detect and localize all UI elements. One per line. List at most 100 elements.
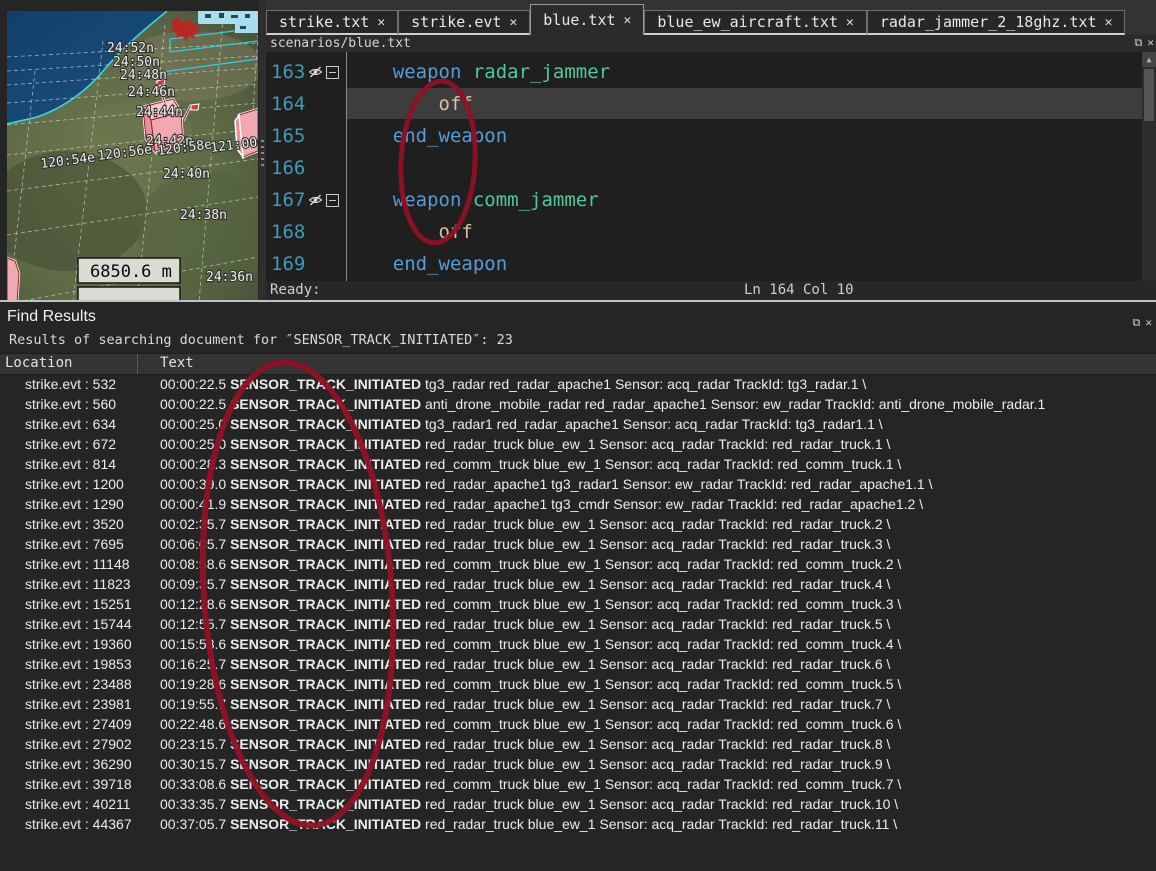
cursor-position: Ln 164 Col 10 — [744, 282, 854, 298]
result-row[interactable]: strike.evt : 1114800:08:58.6 SENSOR_TRAC… — [0, 554, 1156, 574]
result-text: 00:00:22.5 SENSOR_TRACK_INITIATED tg3_ra… — [160, 374, 1156, 394]
result-location: strike.evt : 36290 — [25, 754, 132, 774]
code-fold-icon[interactable] — [326, 194, 339, 207]
result-row[interactable]: strike.evt : 2790200:23:15.7 SENSOR_TRAC… — [0, 734, 1156, 754]
result-row[interactable]: strike.evt : 11823 00:09:35.7 SENSOR_TRAC… — [0, 574, 1156, 594]
result-location: strike.evt : 19853 — [25, 654, 132, 674]
close-tab-icon[interactable]: ✕ — [377, 15, 385, 30]
float-pane-icon[interactable]: ⧉ — [1135, 37, 1143, 49]
result-text: 00:00:41.9 SENSOR_TRACK_INITIATED red_ra… — [160, 494, 1156, 514]
result-row[interactable]: strike.evt : 1936000:15:58.6 SENSOR_TRAC… — [0, 634, 1156, 654]
result-row[interactable]: strike.evt : 2740900:22:48.6 SENSOR_TRAC… — [0, 714, 1156, 734]
search-summary: Results of searching document for ″SENSO… — [9, 332, 513, 348]
svg-text:24:52n: 24:52n — [107, 41, 154, 56]
result-row[interactable]: strike.evt : 67200:00:25.0 SENSOR_TRACK_… — [0, 434, 1156, 454]
hidden-eye-icon[interactable] — [308, 66, 323, 78]
result-row[interactable]: strike.evt : 7695 00:06:05.7 SENSOR_TRACK… — [0, 534, 1156, 554]
close-tab-icon[interactable]: ✕ — [1105, 15, 1113, 30]
code-line[interactable]: off — [347, 88, 1142, 120]
result-location: strike.evt : 23981 — [25, 694, 132, 714]
code-line[interactable]: end_weapon — [347, 120, 1142, 152]
code-line[interactable] — [347, 152, 1142, 184]
result-text: 00:22:48.6 SENSOR_TRACK_INITIATED red_co… — [160, 714, 1156, 734]
close-pane-icon[interactable]: ✕ — [1147, 37, 1154, 49]
panel-title: Find Results — [7, 308, 96, 326]
result-text: 00:09:35.7 SENSOR_TRACK_INITIATED red_ra… — [160, 574, 1156, 594]
result-location: strike.evt : 814 — [25, 454, 116, 474]
scrollbar-thumb[interactable] — [1144, 69, 1154, 121]
close-tab-icon[interactable]: ✕ — [846, 15, 854, 30]
map-viewport[interactable]: 24:52n 24:50n 24:48n 24:46n 24:44n 24:42… — [7, 11, 258, 302]
line-number[interactable]: 167 — [266, 184, 346, 216]
result-row[interactable]: strike.evt : 1574400:12:55.7 SENSOR_TRAC… — [0, 614, 1156, 634]
svg-text:24:38n: 24:38n — [180, 208, 227, 223]
line-number[interactable]: 168 — [266, 216, 346, 248]
code-line[interactable]: off — [347, 216, 1142, 248]
code-line[interactable]: weapon comm_jammer — [347, 184, 1142, 216]
result-text: 00:19:28.6 SENSOR_TRACK_INITIATED red_co… — [160, 674, 1156, 694]
result-row[interactable]: strike.evt : 1525100:12:28.6 SENSOR_TRAC… — [0, 594, 1156, 614]
scroll-up-arrow[interactable]: ▲ — [1142, 52, 1156, 67]
tab-blue_ew_aircraft.txt[interactable]: blue_ew_aircraft.txt✕ — [644, 10, 866, 35]
line-number[interactable]: 163 — [266, 56, 346, 88]
map-scale-box: 6850.6 m — [78, 258, 180, 302]
editor-pane: strike.txt✕strike.evt✕blue.txt✕blue_ew_a… — [266, 0, 1156, 301]
file-path: scenarios/blue.txt — [270, 36, 411, 51]
line-number[interactable]: 164 — [266, 88, 346, 120]
result-row[interactable]: strike.evt : 814 00:00:28.3 SENSOR_TRACK_… — [0, 454, 1156, 474]
result-location: strike.evt : 1200 — [25, 474, 124, 494]
result-location: strike.evt : 1290 — [25, 494, 124, 514]
result-location: strike.evt : 3520 — [25, 514, 124, 534]
code-editor[interactable]: 163 164165166167 168169 weapon radar_jam… — [266, 52, 1156, 281]
close-pane-icon[interactable]: ✕ — [1145, 317, 1152, 329]
vertical-splitter[interactable] — [259, 0, 266, 303]
result-location: strike.evt : 560 — [25, 394, 116, 414]
column-header-location[interactable]: Location — [5, 355, 72, 371]
result-text: 00:12:55.7 SENSOR_TRACK_INITIATED red_ra… — [160, 614, 1156, 634]
result-text: 00:06:05.7 SENSOR_TRACK_INITIATED red_ra… — [160, 534, 1156, 554]
close-tab-icon[interactable]: ✕ — [509, 15, 517, 30]
code-fold-icon[interactable] — [326, 66, 339, 79]
close-tab-icon[interactable]: ✕ — [624, 13, 632, 28]
line-number[interactable]: 166 — [266, 152, 346, 184]
result-row[interactable]: strike.evt : 1290 00:00:41.9 SENSOR_TRACK… — [0, 494, 1156, 514]
result-row[interactable]: strike.evt : 3629000:30:15.7 SENSOR_TRAC… — [0, 754, 1156, 774]
float-pane-icon[interactable]: ⧉ — [1133, 317, 1141, 329]
result-row[interactable]: strike.evt : 1985300:16:25.7 SENSOR_TRAC… — [0, 654, 1156, 674]
tab-radar_jammer_2_18ghz.txt[interactable]: radar_jammer_2_18ghz.txt ✕ — [867, 10, 1126, 35]
result-row[interactable]: strike.evt : 4436700:37:05.7 SENSOR_TRAC… — [0, 814, 1156, 834]
result-location: strike.evt : 23488 — [25, 674, 132, 694]
tab-label: strike.txt — [279, 13, 369, 31]
result-location: strike.evt : 634 — [25, 414, 116, 434]
result-row[interactable]: strike.evt : 56000:00:22.5 SENSOR_TRACK_… — [0, 394, 1156, 414]
code-line[interactable]: end_weapon — [347, 248, 1142, 280]
unit-model-left-edge[interactable] — [7, 258, 19, 302]
column-divider[interactable] — [137, 354, 138, 374]
result-row[interactable]: strike.evt : 352000:02:35.7 SENSOR_TRACK… — [0, 514, 1156, 534]
editor-scrollbar[interactable]: ▲ — [1142, 52, 1156, 281]
tab-label: strike.evt — [411, 13, 501, 31]
result-row[interactable]: strike.evt : 1200 00:00:39.0 SENSOR_TRACK… — [0, 474, 1156, 494]
code-line[interactable]: weapon radar_jammer — [347, 56, 1142, 88]
line-number[interactable]: 169 — [266, 248, 346, 280]
tab-label: radar_jammer_2_18ghz.txt — [880, 13, 1097, 31]
result-text: 00:00:25.0 SENSOR_TRACK_INITIATED red_ra… — [160, 434, 1156, 454]
column-header-text[interactable]: Text — [160, 355, 194, 371]
result-row[interactable]: strike.evt : 3971800:33:08.6 SENSOR_TRAC… — [0, 774, 1156, 794]
result-row[interactable]: strike.evt : 4021100:33:35.7 SENSOR_TRAC… — [0, 794, 1156, 814]
tab-strike.evt[interactable]: strike.evt ✕ — [398, 10, 530, 35]
result-text: 00:00:39.0 SENSOR_TRACK_INITIATED red_ra… — [160, 474, 1156, 494]
result-text: 00:19:55.7 SENSOR_TRACK_INITIATED red_ra… — [160, 694, 1156, 714]
tab-blue.txt[interactable]: blue.txt✕ — [530, 4, 644, 35]
result-row[interactable]: strike.evt : 23981 00:19:55.7 SENSOR_TRAC… — [0, 694, 1156, 714]
horizontal-splitter[interactable] — [0, 300, 1156, 302]
hidden-eye-icon[interactable] — [308, 194, 323, 206]
line-number[interactable]: 165 — [266, 120, 346, 152]
result-row[interactable]: strike.evt : 23488 00:19:28.6 SENSOR_TRAC… — [0, 674, 1156, 694]
result-location: strike.evt : 11823 — [25, 574, 131, 594]
tab-strike.txt[interactable]: strike.txt ✕ — [266, 10, 398, 35]
result-location: strike.evt : 7695 — [25, 534, 124, 554]
result-row[interactable]: strike.evt : 53200:00:22.5 SENSOR_TRACK_… — [0, 374, 1156, 394]
result-text: 00:00:28.3 SENSOR_TRACK_INITIATED red_co… — [160, 454, 1156, 474]
result-row[interactable]: strike.evt : 63400:00:25.0 SENSOR_TRACK_… — [0, 414, 1156, 434]
